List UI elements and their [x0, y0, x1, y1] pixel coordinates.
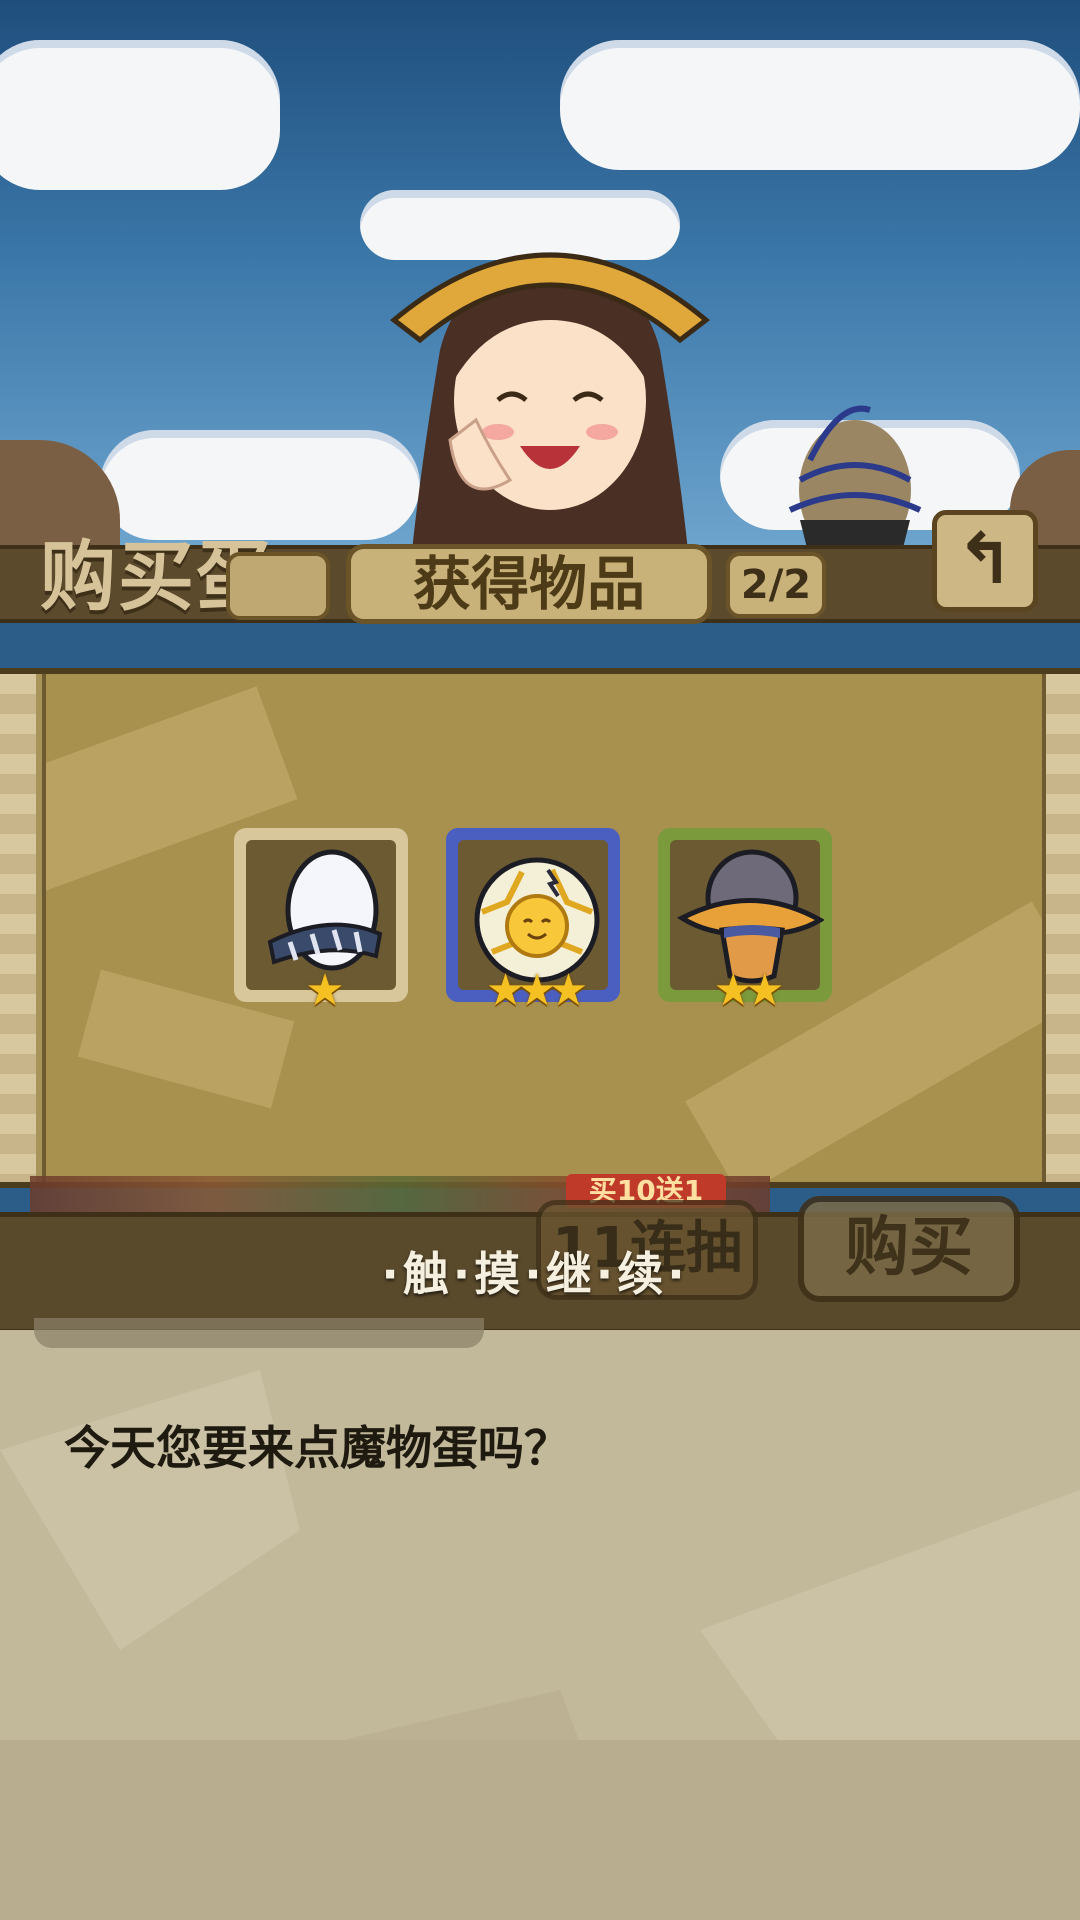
panel-right-edge [1044, 674, 1080, 1182]
rarity-stars: ★★ [713, 965, 785, 1016]
tab-blank[interactable] [226, 552, 330, 620]
back-button[interactable]: ↰ [932, 510, 1038, 612]
cloud [560, 40, 1080, 170]
rarity-stars: ★★★ [485, 965, 588, 1016]
buy-button[interactable]: 购买 [798, 1196, 1020, 1302]
mystery-egg-decoration [788, 405, 922, 560]
dialog-bottom-texture [0, 1740, 1080, 1920]
reward-slot-hat-egg[interactable]: ★★ [658, 828, 832, 1016]
reward-slot-sun-egg[interactable]: ★★★ [446, 828, 620, 1016]
rarity-stars: ★ [305, 965, 344, 1016]
reward-slot-white-egg[interactable]: ★ [234, 828, 408, 1016]
touch-to-continue-hint[interactable]: ·触·摸·继·续· [300, 1238, 770, 1304]
dialog-text: 今天您要来点魔物蛋吗？ [64, 1421, 570, 1475]
panel-left-edge [0, 674, 36, 1182]
shopkeeper-girl [389, 252, 711, 570]
page-count-badge: 2/2 [726, 552, 826, 618]
dialog-tab [34, 1318, 484, 1348]
panel-title: 获得物品 [346, 544, 712, 624]
cloud [0, 40, 280, 190]
back-arrow-icon: ↰ [955, 518, 1015, 600]
